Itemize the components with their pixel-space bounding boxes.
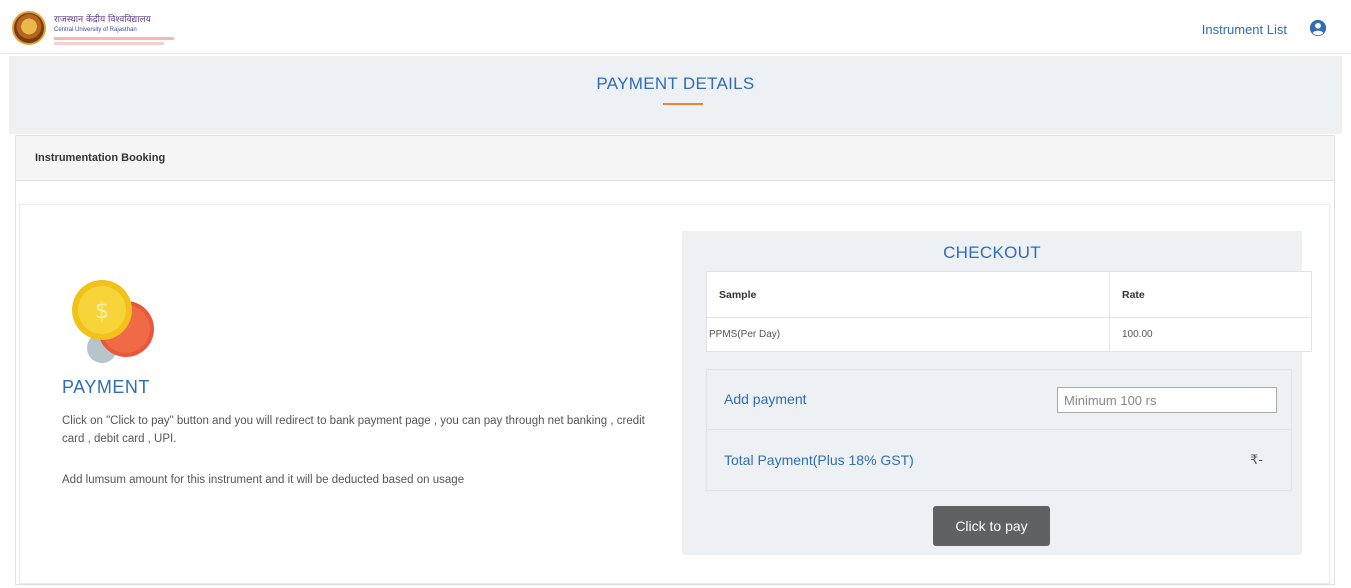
column-header-sample: Sample <box>706 271 1110 318</box>
panel-heading-text: Instrumentation Booking <box>35 152 166 164</box>
user-circle-icon[interactable] <box>1309 19 1327 37</box>
total-payment-row: Total Payment(Plus 18% GST) ₹- <box>707 431 1291 491</box>
payment-description: Click on "Click to pay" button and you w… <box>62 415 645 445</box>
coin-symbol: $ <box>95 299 109 324</box>
coin-icon: $ <box>72 280 154 363</box>
logo-tagline-bar <box>54 36 174 40</box>
total-payment-value: ₹- <box>1250 453 1263 468</box>
payment-heading: PAYMENT <box>62 377 150 397</box>
logo-text: राजस्थान केंद्रीय विश्वविद्यालय Central … <box>54 12 174 45</box>
university-logo[interactable]: राजस्थान केंद्रीय विश्वविद्यालय Central … <box>12 6 182 50</box>
add-payment-label: Add payment <box>724 391 807 407</box>
logo-hindi-name: राजस्थान केंद्रीय विश्वविद्यालय <box>54 14 151 25</box>
total-payment-label: Total Payment(Plus 18% GST) <box>724 452 914 468</box>
add-payment-row: Add payment <box>707 370 1291 430</box>
payment-amount-input[interactable] <box>1057 387 1277 413</box>
payment-summary-box: Add payment Total Payment(Plus 18% GST) … <box>706 369 1292 491</box>
panel-heading: Instrumentation Booking <box>15 135 1335 181</box>
rate-cell: 100.00 <box>1109 317 1312 352</box>
title-band: PAYMENT DETAILS <box>9 56 1342 134</box>
instrument-list-link[interactable]: Instrument List <box>1202 22 1287 37</box>
column-header-rate: Rate <box>1109 271 1312 318</box>
emblem-icon <box>12 11 46 45</box>
checkout-title: CHECKOUT <box>943 243 1041 262</box>
page-title: PAYMENT DETAILS <box>596 74 755 93</box>
click-to-pay-button[interactable]: Click to pay <box>933 506 1050 546</box>
sample-cell: PPMS(Per Day) <box>706 317 1110 352</box>
logo-tagline-bar-2 <box>54 41 164 45</box>
checkout-table: Sample Rate PPMS(Per Day) 100.00 <box>706 271 1312 352</box>
logo-english-name: Central University of Rajasthan <box>54 26 137 33</box>
table-row: PPMS(Per Day) 100.00 <box>706 317 1312 352</box>
top-navbar: राजस्थान केंद्रीय विश्वविद्यालय Central … <box>0 0 1351 54</box>
payment-note: Add lumsum amount for this instrument an… <box>62 474 465 486</box>
checkout-section: CHECKOUT Sample Rate PPMS(Per Day) 100.0… <box>682 231 1312 555</box>
title-underline <box>663 103 703 105</box>
table-header-row: Sample Rate <box>706 271 1312 318</box>
